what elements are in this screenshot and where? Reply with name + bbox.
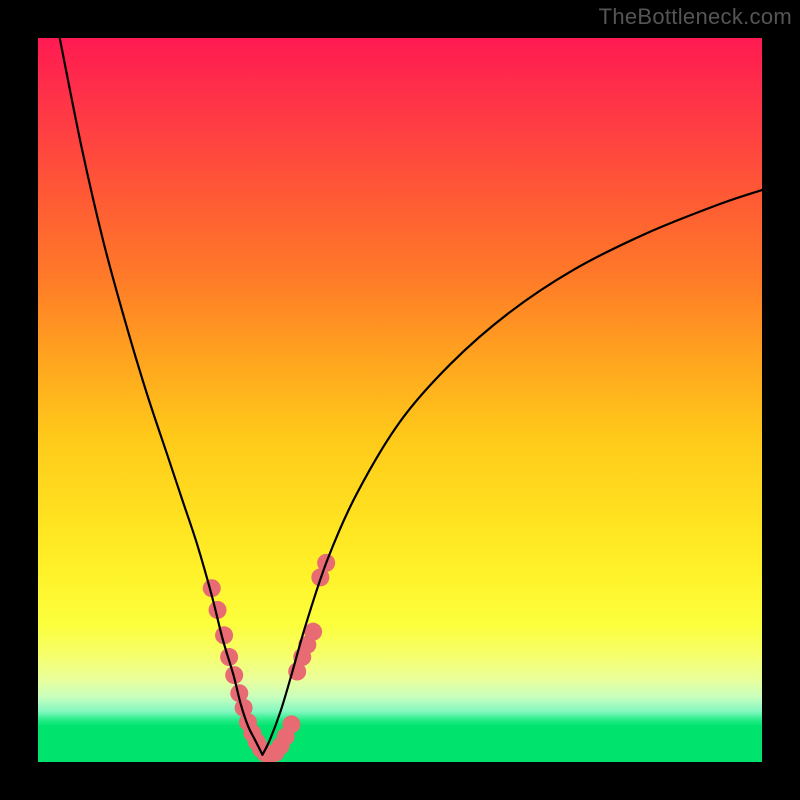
data-dot xyxy=(282,715,300,733)
chart-stage: TheBottleneck.com xyxy=(0,0,800,800)
frame-left xyxy=(0,0,38,800)
data-dot xyxy=(304,623,322,641)
frame-bottom xyxy=(0,762,800,800)
curve-left-branch xyxy=(60,38,263,755)
chart-svg xyxy=(0,0,800,800)
watermark-text: TheBottleneck.com xyxy=(599,4,792,30)
curve-right-branch xyxy=(262,190,762,755)
frame-right xyxy=(762,0,800,800)
